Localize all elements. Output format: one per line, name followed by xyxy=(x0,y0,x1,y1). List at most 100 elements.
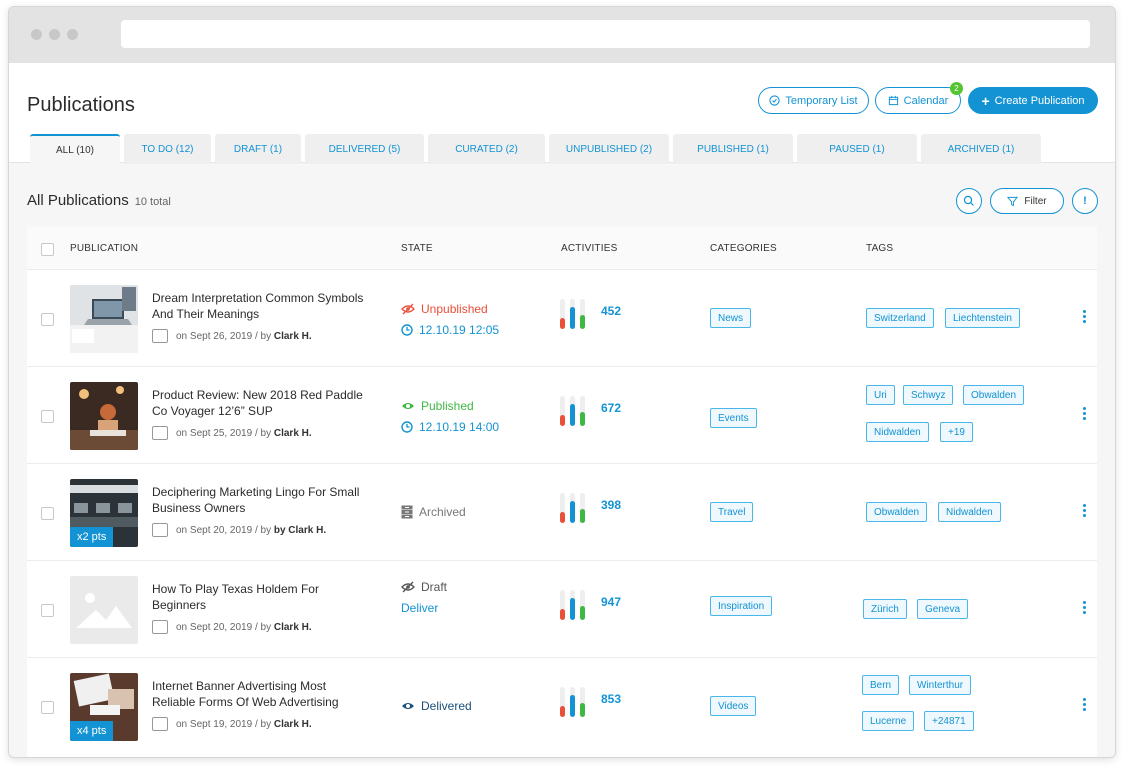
row-menu-button[interactable] xyxy=(1079,601,1089,616)
table-row[interactable]: x4 pts Internet Banner Advertising Most … xyxy=(27,658,1097,755)
address-bar[interactable] xyxy=(121,20,1090,48)
deliver-link[interactable]: Deliver xyxy=(401,601,438,615)
tag-chip[interactable]: Switzerland xyxy=(866,308,934,328)
section-title: All Publications xyxy=(27,192,129,209)
activity-bars xyxy=(560,687,596,717)
row-checkbox[interactable] xyxy=(41,604,54,617)
category-chip[interactable]: Videos xyxy=(710,696,757,716)
publication-thumbnail[interactable]: x4 pts xyxy=(70,673,138,741)
row-checkbox[interactable] xyxy=(41,313,54,326)
activity-count[interactable]: 672 xyxy=(601,401,621,415)
activity-bars xyxy=(560,493,596,523)
table-row[interactable]: How To Play Texas Holdem For Beginners o… xyxy=(27,561,1097,658)
table-row[interactable]: x2 pts Deciphering Marketing Lingo For S… xyxy=(27,464,1097,561)
activity-bar-green xyxy=(580,509,585,523)
column-publication[interactable]: PUBLICATION xyxy=(70,243,138,254)
row-menu-button[interactable] xyxy=(1079,504,1089,519)
tab-published[interactable]: PUBLISHED (1) xyxy=(673,134,793,164)
publication-title[interactable]: How To Play Texas Holdem For Beginners xyxy=(152,581,372,613)
activity-bar-red xyxy=(560,415,565,426)
category-chip[interactable]: News xyxy=(710,308,752,328)
activity-count[interactable]: 452 xyxy=(601,304,621,318)
row-menu-button[interactable] xyxy=(1079,407,1089,422)
eye-icon xyxy=(402,703,414,709)
tag-chip[interactable]: Obwalden xyxy=(963,385,1025,405)
publications-table: PUBLICATION STATE ACTIVITIES CATEGORIES … xyxy=(27,227,1097,757)
tag-chip[interactable]: Nidwalden xyxy=(866,422,929,442)
search-button[interactable] xyxy=(956,188,982,214)
tag-chip[interactable]: Nidwalden xyxy=(938,502,1001,522)
tag-chip[interactable]: +19 xyxy=(940,422,973,442)
eye-slash-icon xyxy=(401,303,415,315)
publication-thumbnail[interactable] xyxy=(70,382,138,450)
table-row[interactable]: Product Review: New 2018 Red Paddle Co V… xyxy=(27,367,1097,464)
activity-bar-blue xyxy=(570,598,575,620)
table-row[interactable]: Dream Interpretation Common Symbols And … xyxy=(27,270,1097,367)
section-heading: All Publications 10 total xyxy=(27,192,171,209)
calendar-button[interactable]: Calendar xyxy=(875,87,961,114)
tag-chip[interactable]: Zürich xyxy=(863,599,907,619)
tag-chip[interactable]: Obwalden xyxy=(866,502,928,522)
funnel-icon xyxy=(1007,196,1019,206)
publication-title[interactable]: Dream Interpretation Common Symbols And … xyxy=(152,290,372,322)
row-checkbox[interactable] xyxy=(41,410,54,423)
column-tags[interactable]: TAGS xyxy=(866,243,893,254)
publication-title[interactable]: Product Review: New 2018 Red Paddle Co V… xyxy=(152,387,372,419)
tag-chip[interactable]: Lucerne xyxy=(862,711,915,731)
temporary-list-button[interactable]: Temporary List xyxy=(758,87,869,114)
category-chip[interactable]: Travel xyxy=(710,502,754,522)
tab-all[interactable]: ALL (10) xyxy=(30,134,120,165)
window-minimize-dot[interactable] xyxy=(49,29,60,40)
tab-curated[interactable]: CURATED (2) xyxy=(428,134,545,164)
tab-to-do[interactable]: TO DO (12) xyxy=(124,134,211,164)
activity-count[interactable]: 398 xyxy=(601,498,621,512)
tag-chip[interactable]: Uri xyxy=(866,385,895,405)
row-menu-button[interactable] xyxy=(1079,310,1089,325)
tab-paused[interactable]: PAUSED (1) xyxy=(797,134,917,164)
activity-count[interactable]: 947 xyxy=(601,595,621,609)
filter-button[interactable]: Filter xyxy=(990,188,1064,214)
schedule-label[interactable]: 12.10.19 12:05 xyxy=(401,323,499,337)
publication-thumbnail[interactable] xyxy=(70,576,138,644)
activity-bar-red xyxy=(560,706,565,717)
tab-delivered[interactable]: DELIVERED (5) xyxy=(305,134,424,164)
row-checkbox[interactable] xyxy=(41,701,54,714)
schedule-label[interactable]: 12.10.19 14:00 xyxy=(401,420,499,434)
category-chip[interactable]: Events xyxy=(710,408,757,428)
column-categories[interactable]: CATEGORIES xyxy=(710,243,777,254)
tab-unpublished[interactable]: UNPUBLISHED (2) xyxy=(549,134,669,164)
more-options-button[interactable]: ! xyxy=(1072,188,1098,214)
tag-chip[interactable]: Geneva xyxy=(917,599,969,619)
window-maximize-dot[interactable] xyxy=(67,29,78,40)
calendar-badge: 2 xyxy=(950,82,963,95)
category-chip[interactable]: Inspiration xyxy=(710,596,773,616)
table-header: PUBLICATION STATE ACTIVITIES CATEGORIES … xyxy=(27,227,1097,270)
publication-title[interactable]: Internet Banner Advertising Most Reliabl… xyxy=(152,678,372,710)
activity-bars xyxy=(560,396,596,426)
publication-thumbnail[interactable]: x2 pts xyxy=(70,479,138,547)
tag-chip[interactable]: Liechtenstein xyxy=(945,308,1020,328)
column-state[interactable]: STATE xyxy=(401,243,433,254)
tag-chip[interactable]: Winterthur xyxy=(909,675,972,695)
plus-icon: + xyxy=(981,92,990,109)
window-close-dot[interactable] xyxy=(31,29,42,40)
activity-count[interactable]: 853 xyxy=(601,692,621,706)
tag-chip[interactable]: +24871 xyxy=(924,711,974,731)
publication-title[interactable]: Deciphering Marketing Lingo For Small Bu… xyxy=(152,484,372,516)
activity-bar-green xyxy=(580,606,585,620)
tag-chip[interactable]: Bern xyxy=(862,675,900,695)
tab-draft[interactable]: DRAFT (1) xyxy=(215,134,301,164)
article-icon xyxy=(152,329,168,343)
row-menu-button[interactable] xyxy=(1079,698,1089,713)
create-publication-button[interactable]: + Create Publication xyxy=(968,87,1098,114)
column-activities[interactable]: ACTIVITIES xyxy=(561,243,617,254)
tab-archived[interactable]: ARCHIVED (1) xyxy=(921,134,1041,164)
clock-icon xyxy=(401,324,413,336)
select-all-checkbox[interactable] xyxy=(41,243,54,256)
create-publication-label: Create Publication xyxy=(994,94,1085,107)
eye-slash-icon xyxy=(401,581,415,593)
row-checkbox[interactable] xyxy=(41,507,54,520)
publication-thumbnail[interactable] xyxy=(70,285,138,353)
tag-chip[interactable]: Schwyz xyxy=(903,385,954,405)
activity-bar-red xyxy=(560,318,565,329)
